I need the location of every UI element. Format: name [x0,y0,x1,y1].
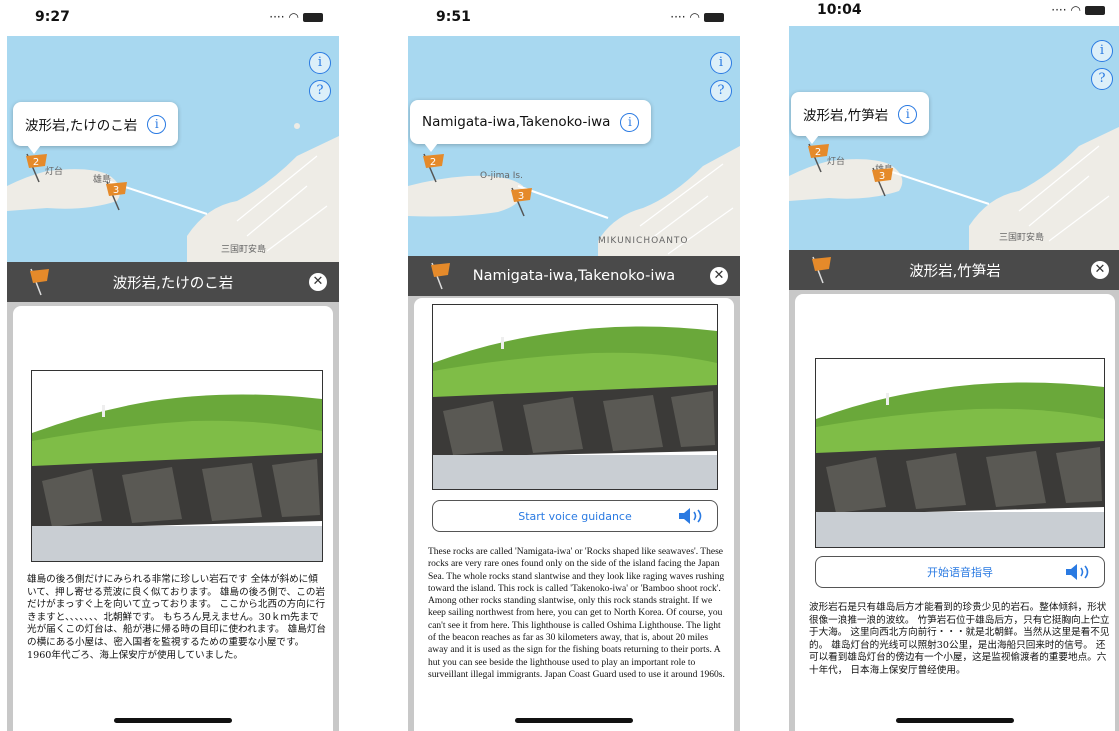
map-help-button[interactable]: ? [1091,68,1113,90]
detail-card: 雄島の後ろ側だけにみられる非常に珍しい岩石です 全体が斜めに傾いて、押し寄せる荒… [13,306,333,731]
close-circle-icon[interactable]: ✕ [1091,261,1109,279]
close-circle-icon[interactable]: ✕ [309,273,327,291]
wifi-icon: ◠ [1070,3,1081,17]
map-label-town: MIKUNICHOANTO [598,236,689,246]
map-label-island: O-jima Is. [480,171,523,181]
flag-marker-icon [812,256,831,284]
status-icons: ···· ◠ [1051,3,1105,17]
svg-text:3: 3 [518,191,524,202]
map-help-button[interactable]: ? [710,80,732,102]
detail-title-bar: Namigata-iwa,Takenoko-iwa ✕ [408,256,740,296]
map-land-shapes [408,146,740,264]
detail-title: 波形岩,たけのこ岩 [112,275,234,292]
voice-button-label: Start voice guidance [518,509,632,523]
detail-card: Start voice guidance These rocks are cal… [414,298,734,731]
flag-marker-icon[interactable]: 3 [508,186,534,218]
detail-card: 开始语音指导 波形岩石是只有雄岛后方才能看到的珍贵少见的岩石。整体倾斜，形状很像… [795,294,1115,731]
info-circle-icon: i [317,55,323,70]
info-circle-icon: i [1099,43,1105,58]
home-indicator[interactable] [896,718,1014,723]
status-icons: ···· ◠ [670,10,724,24]
rock-photo [815,358,1105,548]
speaker-icon [679,508,702,524]
flag-marker-icon[interactable]: 2 [23,152,49,184]
map-view[interactable]: i ? Namigata-iwa,Takenoko-iwa i O-jima I… [408,36,740,264]
start-voice-guidance-button[interactable]: 开始语音指导 [815,556,1105,588]
voice-button-label: 开始语音指导 [927,566,993,579]
map-land-shapes [789,126,1119,252]
detail-title: 波形岩,竹笋岩 [909,263,1001,280]
map-view[interactable]: i ? 波形岩,たけのこ岩 i 灯台 雄島 三国町安島 2 3 [7,36,339,264]
question-circle-icon: ? [316,83,324,98]
signal-icon: ···· [269,10,285,24]
home-indicator[interactable] [515,718,633,723]
phone-screen-japanese: 9:27 ···· ◠ i ? 波形岩,たけのこ岩 i 灯台 雄島 三国町安島 … [7,0,339,731]
info-circle-icon[interactable]: i [620,112,640,132]
question-circle-icon: ? [1098,71,1106,86]
map-land-shapes [7,123,339,264]
info-circle-icon[interactable]: i [147,114,167,134]
svg-text:3: 3 [879,171,885,182]
status-bar: 9:27 ···· ◠ [7,0,339,34]
battery-icon [704,12,724,22]
flag-marker-icon [431,262,450,290]
status-time: 10:04 [817,2,862,18]
callout-title: 波形岩,たけのこ岩 [25,118,138,134]
flag-marker-icon [30,268,49,296]
callout-title: Namigata-iwa,Takenoko-iwa [422,114,611,130]
status-time: 9:27 [35,9,70,25]
info-circle-icon: i [718,55,724,70]
callout-title: 波形岩,竹笋岩 [803,108,889,124]
flag-marker-icon[interactable]: 3 [869,166,895,198]
rock-photo [432,304,718,490]
svg-text:3: 3 [113,185,119,196]
svg-text:2: 2 [430,157,436,168]
phone-screen-chinese: 10:04 ···· ◠ i ? 波形岩,竹笋岩 i 灯台 雄島 三国町安島 2 [789,0,1119,731]
wifi-icon: ◠ [689,10,700,24]
map-info-button[interactable]: i [309,52,331,74]
speaker-icon [1066,564,1089,580]
map-help-button[interactable]: ? [309,80,331,102]
flag-marker-icon[interactable]: 2 [420,152,446,184]
map-view[interactable]: i ? 波形岩,竹笋岩 i 灯台 雄島 三国町安島 2 3 [789,26,1119,252]
rock-photo [31,370,323,562]
description-text: 波形岩石是只有雄岛后方才能看到的珍贵少见的岩石。整体倾斜，形状很像一浪推一浪的波… [809,602,1110,676]
map-label-town: 三国町安島 [999,233,1045,243]
description-text: 雄島の後ろ側だけにみられる非常に珍しい岩石です 全体が斜めに傾いて、押し寄せる荒… [27,574,327,661]
svg-text:2: 2 [815,147,821,158]
description-text: These rocks are called 'Namigata-iwa' or… [428,547,725,680]
status-bar: 9:51 ···· ◠ [408,0,740,34]
detail-title-bar: 波形岩,たけのこ岩 ✕ [7,262,339,302]
close-circle-icon[interactable]: ✕ [710,267,728,285]
status-time: 9:51 [436,9,471,25]
detail-title-bar: 波形岩,竹笋岩 ✕ [789,250,1119,290]
battery-icon [303,12,323,22]
flag-marker-icon[interactable]: 3 [103,180,129,212]
signal-icon: ···· [1051,3,1067,17]
info-circle-icon[interactable]: i [898,104,918,124]
detail-title: Namigata-iwa,Takenoko-iwa [472,268,676,284]
map-label-town: 三国町安島 [221,245,267,255]
start-voice-guidance-button[interactable]: Start voice guidance [432,500,718,532]
question-circle-icon: ? [717,83,725,98]
map-callout[interactable]: 波形岩,たけのこ岩 i [13,102,179,154]
map-info-button[interactable]: i [710,52,732,74]
status-icons: ···· ◠ [269,10,323,24]
svg-text:2: 2 [33,157,39,168]
phone-screen-english: 9:51 ···· ◠ i ? Namigata-iwa,Takenoko-iw… [408,0,740,731]
home-indicator[interactable] [114,718,232,723]
wifi-icon: ◠ [288,10,299,24]
map-callout[interactable]: Namigata-iwa,Takenoko-iwa i [410,100,652,152]
map-callout[interactable]: 波形岩,竹笋岩 i [791,92,930,144]
flag-marker-icon[interactable]: 2 [805,142,831,174]
map-info-button[interactable]: i [1091,40,1113,62]
signal-icon: ···· [670,10,686,24]
battery-icon [1085,5,1105,15]
